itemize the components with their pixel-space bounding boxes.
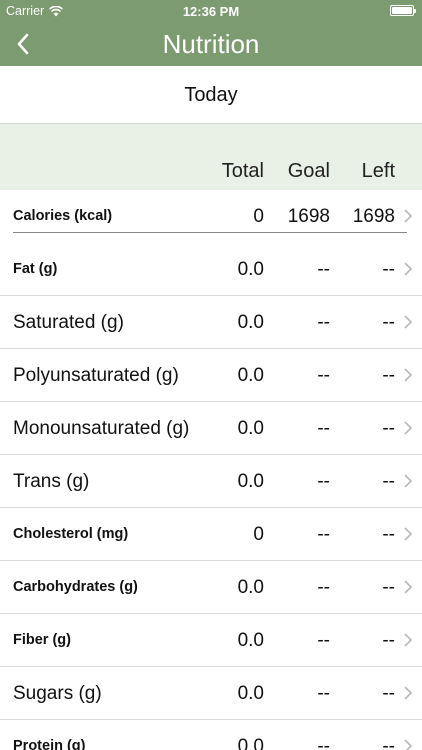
nutrient-left-value: -- [382, 259, 395, 280]
nutrient-goal-value: -- [317, 630, 330, 651]
page-title: Nutrition [162, 29, 260, 59]
status-bar: Carrier 12:36 PM [0, 0, 422, 22]
table-row[interactable]: Cholesterol (mg) 0 -- -- [0, 508, 422, 561]
column-total: Total [221, 160, 264, 182]
chevron-right-icon [404, 527, 413, 541]
nutrient-label: Sugars (g) [13, 683, 102, 704]
chevron-right-icon [404, 474, 413, 488]
nutrient-goal-value: -- [317, 471, 330, 492]
chevron-right-icon [404, 421, 413, 435]
table-header: Total Goal Left [0, 124, 422, 190]
nutrient-goal-value: -- [317, 365, 330, 386]
table-row[interactable]: Polyunsaturated (g) 0.0 -- -- [0, 349, 422, 402]
table-row[interactable]: Carbohydrates (g) 0.0 -- -- [0, 561, 422, 614]
table-row[interactable]: Trans (g) 0.0 -- -- [0, 455, 422, 508]
table-row[interactable]: Fat (g) 0.0 -- -- [0, 243, 422, 296]
nutrient-label: Monounsaturated (g) [13, 418, 190, 439]
nutrient-goal-value: -- [317, 577, 330, 598]
nutrient-left-value: -- [382, 630, 395, 651]
chevron-right-icon [404, 262, 413, 276]
nutrient-label: Carbohydrates (g) [13, 579, 138, 595]
nutrient-goal-value: -- [317, 312, 330, 333]
nutrient-total-value: 0.0 [237, 683, 264, 704]
nutrient-label: Cholesterol (mg) [13, 526, 129, 542]
nutrient-goal-value: 1698 [287, 206, 330, 227]
nutrient-total-value: 0.0 [237, 577, 264, 598]
nutrient-total-value: 0.0 [237, 418, 264, 439]
nav-bar: Nutrition [0, 22, 422, 66]
nutrient-label: Trans (g) [13, 471, 90, 492]
table-row[interactable]: Sugars (g) 0.0 -- -- [0, 667, 422, 720]
chevron-right-icon [404, 580, 413, 594]
chevron-right-icon [404, 209, 413, 223]
nutrient-left-value: -- [382, 577, 395, 598]
table-row[interactable]: Protein (g) 0.0 -- -- [0, 720, 422, 750]
battery-icon [390, 5, 416, 16]
chevron-right-icon [404, 633, 413, 647]
nutrient-left-value: 1698 [352, 206, 395, 227]
chevron-right-icon [404, 686, 413, 700]
nutrient-total-value: 0 [253, 524, 264, 545]
chevron-right-icon [404, 368, 413, 382]
table-row[interactable]: Monounsaturated (g) 0.0 -- -- [0, 402, 422, 455]
nutrient-label: Calories (kcal) [13, 208, 113, 224]
nutrient-total-value: 0 [253, 206, 264, 227]
status-time: 12:36 PM [182, 4, 240, 19]
date-selector[interactable]: Today [0, 66, 422, 124]
nutrient-goal-value: -- [317, 418, 330, 439]
nutrient-total-value: 0.0 [237, 365, 264, 386]
nutrient-left-value: -- [382, 471, 395, 492]
column-left: Left [361, 160, 395, 182]
table-row[interactable]: Calories (kcal) 0 1698 1698 [0, 190, 422, 243]
column-goal: Goal [287, 160, 330, 182]
nutrient-left-value: -- [382, 524, 395, 545]
nutrient-total-value: 0.0 [237, 259, 264, 280]
nutrient-left-value: -- [382, 683, 395, 704]
nutrient-label: Polyunsaturated (g) [13, 365, 179, 386]
chevron-right-icon [404, 739, 413, 750]
nutrient-goal-value: -- [317, 259, 330, 280]
nutrient-left-value: -- [382, 418, 395, 439]
battery-fill [392, 7, 412, 14]
nutrient-left-value: -- [382, 312, 395, 333]
nutrient-total-value: 0.0 [237, 736, 264, 750]
nutrient-total-value: 0.0 [237, 471, 264, 492]
date-label: Today [184, 84, 238, 106]
nutrient-label: Fiber (g) [13, 632, 71, 648]
nutrient-left-value: -- [382, 736, 395, 750]
nutrient-total-value: 0.0 [237, 630, 264, 651]
table-row[interactable]: Fiber (g) 0.0 -- -- [0, 614, 422, 667]
nutrient-left-value: -- [382, 365, 395, 386]
nutrient-label: Protein (g) [13, 738, 86, 750]
nutrient-goal-value: -- [317, 736, 330, 750]
nutrient-label: Fat (g) [13, 261, 58, 277]
nutrient-total-value: 0.0 [237, 312, 264, 333]
nutrient-list: Calories (kcal) 0 1698 1698 Fat (g) 0.0 -- -- Sa… [0, 190, 422, 750]
table-row[interactable]: Saturated (g) 0.0 -- -- [0, 296, 422, 349]
nutrient-goal-value: -- [317, 683, 330, 704]
nutrient-goal-value: -- [317, 524, 330, 545]
nutrient-label: Saturated (g) [13, 312, 124, 333]
chevron-right-icon [404, 315, 413, 329]
